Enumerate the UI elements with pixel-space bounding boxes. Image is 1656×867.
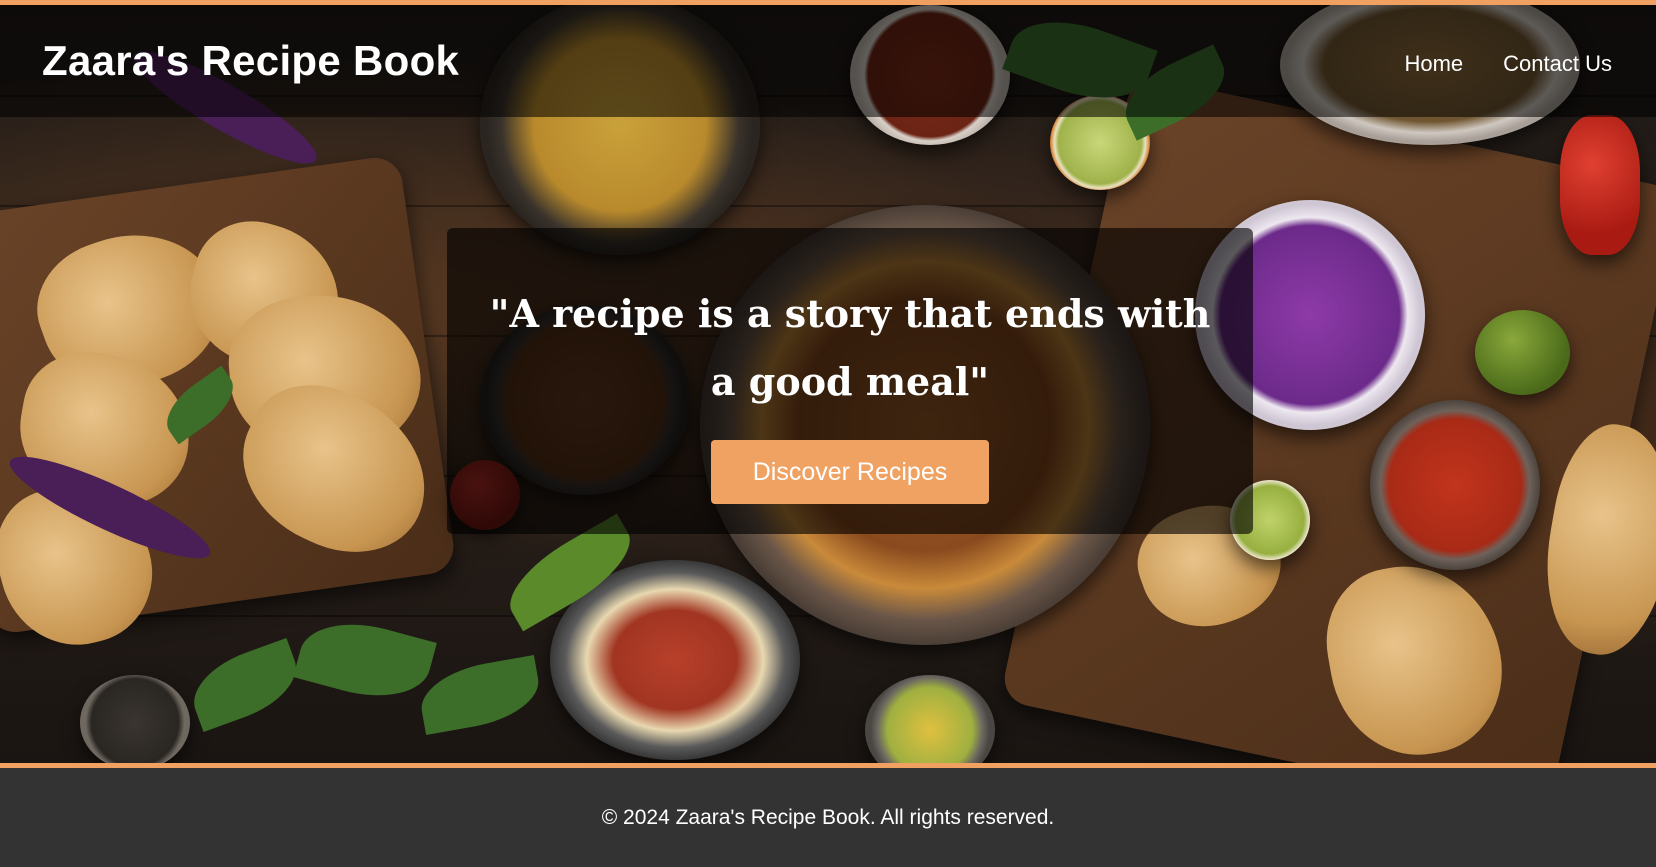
herb-leaf <box>293 609 437 711</box>
site-title[interactable]: Zaara's Recipe Book <box>42 37 459 85</box>
copyright-text: © 2024 Zaara's Recipe Book. All rights r… <box>601 806 1055 829</box>
discover-recipes-button[interactable]: Discover Recipes <box>711 440 989 504</box>
herb-leaf <box>183 637 307 733</box>
herb-leaf <box>415 655 545 735</box>
nav-links: Home Contact Us <box>1404 51 1612 77</box>
glass <box>80 675 190 763</box>
red-pepper <box>1560 115 1640 255</box>
footer: © 2024 Zaara's Recipe Book. All rights r… <box>0 768 1656 867</box>
nav-link-contact-us[interactable]: Contact Us <box>1503 51 1612 77</box>
page: Zaara's Recipe Book Home Contact Us "A r… <box>0 0 1656 867</box>
nav-link-home[interactable]: Home <box>1404 51 1463 77</box>
green-tomato <box>1475 310 1570 395</box>
bowl-chili-paste <box>1370 400 1540 570</box>
navbar: Zaara's Recipe Book Home Contact Us <box>0 5 1656 117</box>
bowl-salad <box>865 675 995 763</box>
hero-quote-panel: "A recipe is a story that ends with a go… <box>447 228 1253 534</box>
hero-quote: "A recipe is a story that ends with a go… <box>489 291 1211 404</box>
